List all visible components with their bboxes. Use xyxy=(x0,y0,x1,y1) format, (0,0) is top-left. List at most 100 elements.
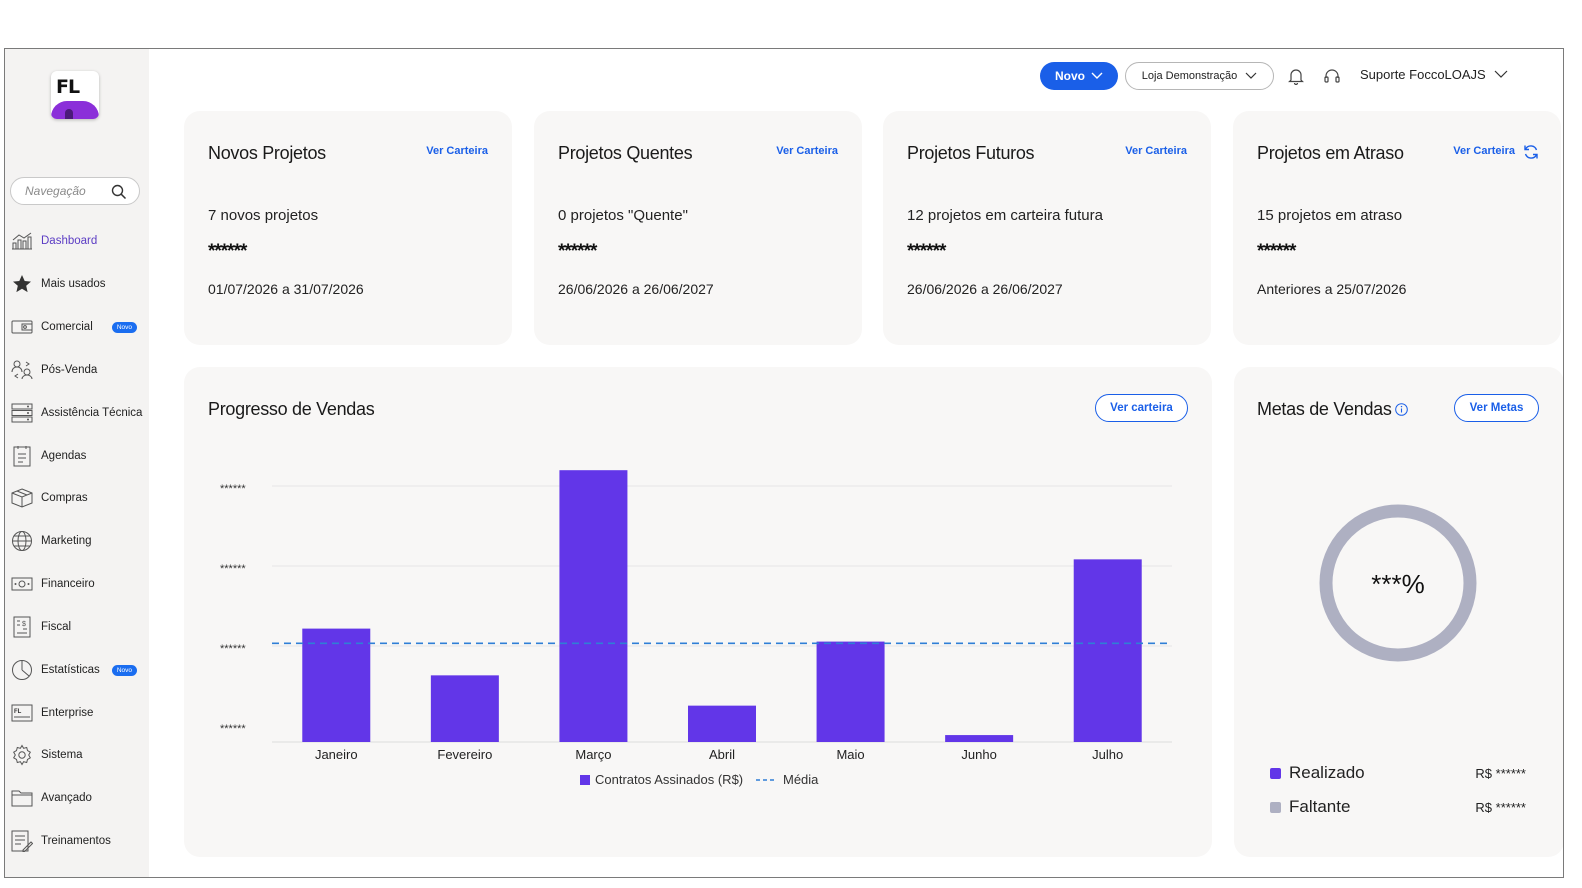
box-icon xyxy=(11,487,33,509)
ver-carteira-link[interactable]: Ver Carteira xyxy=(1453,145,1515,157)
ver-carteira-link[interactable]: Ver Carteira xyxy=(426,145,488,157)
app-logo[interactable]: FL xyxy=(51,71,99,119)
y-tick-label: ****** xyxy=(220,643,246,655)
app-window: FL Dashboard Mais usados Comercial Novo … xyxy=(4,48,1564,878)
stat-card-description: 12 projetos em carteira futura xyxy=(907,207,1103,224)
sales-bar-chart: ****** ****** ****** ****** Janeiro Fevereiro… xyxy=(220,470,1172,787)
refresh-icon[interactable] xyxy=(1523,144,1539,160)
legend-label: Realizado xyxy=(1289,763,1365,782)
stat-card-projetos-em-atraso: Projetos em Atraso Ver Carteira 15 proje… xyxy=(1233,111,1561,345)
user-menu[interactable]: Suporte FoccoLOAJS xyxy=(1360,67,1508,82)
chart-bar xyxy=(945,735,1014,742)
stat-card-masked-value: ****** xyxy=(1257,241,1296,262)
sidebar-item-agendas[interactable]: Agendas xyxy=(11,444,147,468)
stat-card-title: Projetos em Atraso xyxy=(1257,143,1404,163)
sidebar-item-label: Marketing xyxy=(41,535,92,547)
legend-swatch-realizado xyxy=(1270,767,1281,779)
legend-swatch-contratos xyxy=(580,775,590,785)
sales-progress-card: Progresso de Vendas Ver carteira ****** *… xyxy=(184,367,1212,857)
stat-card-projetos-quentes: Projetos Quentes Ver Carteira 0 projetos… xyxy=(534,111,862,345)
stat-card-title: Novos Projetos xyxy=(208,143,326,163)
chart-bar xyxy=(816,641,885,742)
ver-carteira-link[interactable]: Ver Carteira xyxy=(1125,145,1187,157)
legend-realizado: Realizado R$ ****** xyxy=(1270,763,1526,783)
sidebar-item-sistema[interactable]: Sistema xyxy=(11,743,147,767)
new-badge: Novo xyxy=(111,664,137,676)
donut-percent-label: ***% xyxy=(1371,569,1424,599)
headset-icon[interactable] xyxy=(1323,67,1341,85)
logo-shape-accent xyxy=(65,109,73,119)
sidebar-item-label: Avançado xyxy=(41,792,92,804)
x-tick-label: Março xyxy=(575,747,611,762)
novo-button[interactable]: Novo xyxy=(1040,62,1118,90)
main-content: Novo Loja Demonstração Suporte FoccoLOAJ… xyxy=(149,49,1563,877)
sidebar-item-enterprise[interactable]: FL Enterprise xyxy=(11,701,147,725)
star-icon xyxy=(11,273,33,295)
sidebar-item-label: Financeiro xyxy=(41,578,95,590)
training-icon xyxy=(11,830,33,852)
sidebar: FL Dashboard Mais usados Comercial Novo … xyxy=(5,49,149,877)
globe-icon xyxy=(11,530,33,552)
sidebar-item-label: Compras xyxy=(41,492,88,504)
legend-value: R$ ****** xyxy=(1475,799,1526,815)
chart-icon xyxy=(11,230,33,252)
sidebar-item-estatisticas[interactable]: Estatísticas Novo xyxy=(11,658,147,682)
chart-bar xyxy=(302,628,371,742)
sidebar-item-comercial[interactable]: Comercial Novo xyxy=(11,315,147,339)
svg-text:FL: FL xyxy=(14,709,22,715)
sidebar-item-label: Fiscal xyxy=(41,621,72,633)
x-tick-label: Maio xyxy=(836,747,864,762)
x-tick-label: Julho xyxy=(1092,747,1123,762)
sidebar-item-marketing[interactable]: Marketing xyxy=(11,529,147,553)
chart-bar xyxy=(688,705,756,742)
logo-shape xyxy=(51,101,99,119)
navigation-search[interactable] xyxy=(10,177,140,205)
sidebar-item-dashboard[interactable]: Dashboard xyxy=(11,229,147,253)
user-name: Suporte FoccoLOAJS xyxy=(1360,67,1486,82)
store-selector[interactable]: Loja Demonstração xyxy=(1125,62,1274,90)
sidebar-item-pos-venda[interactable]: Pós-Venda xyxy=(11,358,147,382)
navigation-search-input[interactable] xyxy=(25,184,105,198)
sidebar-item-label: Pós-Venda xyxy=(41,364,98,376)
sidebar-item-assistencia-tecnica[interactable]: Assistência Técnica xyxy=(11,401,147,425)
stat-card-date-range: 26/06/2026 a 26/06/2027 xyxy=(558,281,714,297)
y-tick-label: ****** xyxy=(220,483,246,495)
sidebar-item-label: Sistema xyxy=(41,749,83,761)
bell-icon[interactable] xyxy=(1288,67,1304,85)
sidebar-item-treinamentos[interactable]: Treinamentos xyxy=(11,829,147,853)
legend-label-media: Média xyxy=(783,772,819,787)
money-icon xyxy=(11,573,33,595)
stat-card-title: Projetos Futuros xyxy=(907,143,1035,163)
legend-label: Faltante xyxy=(1289,797,1351,816)
ver-metas-button[interactable]: Ver Metas xyxy=(1454,394,1539,422)
sidebar-item-fiscal[interactable]: $ Fiscal xyxy=(11,615,147,639)
stat-card-date-range: Anteriores a 25/07/2026 xyxy=(1257,281,1407,297)
stat-card-date-range: 01/07/2026 a 31/07/2026 xyxy=(208,281,364,297)
stat-card-masked-value: ****** xyxy=(558,241,597,262)
sidebar-item-label: Assistência Técnica xyxy=(41,407,143,419)
stat-card-date-range: 26/06/2026 a 26/06/2027 xyxy=(907,281,1063,297)
info-icon[interactable] xyxy=(1394,403,1408,416)
chart-bar xyxy=(430,675,499,742)
stat-card-description: 7 novos projetos xyxy=(208,207,319,224)
x-tick-label: Janeiro xyxy=(315,747,358,762)
stat-card-projetos-futuros: Projetos Futuros Ver Carteira 12 projeto… xyxy=(883,111,1211,345)
sidebar-item-mais-usados[interactable]: Mais usados xyxy=(11,272,147,296)
stat-card-masked-value: ****** xyxy=(907,241,946,262)
y-tick-label: ****** xyxy=(220,723,246,735)
sales-goals-title: Metas de Vendas xyxy=(1257,399,1408,420)
chevron-down-icon xyxy=(1245,72,1257,79)
sidebar-item-financeiro[interactable]: Financeiro xyxy=(11,572,147,596)
legend-value: R$ ****** xyxy=(1475,765,1526,781)
chart-bar xyxy=(559,470,628,742)
sidebar-item-label: Agendas xyxy=(41,450,87,462)
sidebar-item-label: Estatísticas xyxy=(41,664,100,676)
sidebar-item-label: Dashboard xyxy=(41,235,98,247)
sidebar-item-avancado[interactable]: Avançado xyxy=(11,786,147,810)
server-icon xyxy=(11,402,33,424)
sidebar-item-compras[interactable]: Compras xyxy=(11,486,147,510)
sales-goals-card: Metas de Vendas Ver Metas ***% Realizado… xyxy=(1234,367,1563,857)
search-icon[interactable] xyxy=(111,184,127,200)
pie-icon xyxy=(11,659,33,681)
ver-carteira-link[interactable]: Ver Carteira xyxy=(776,145,838,157)
